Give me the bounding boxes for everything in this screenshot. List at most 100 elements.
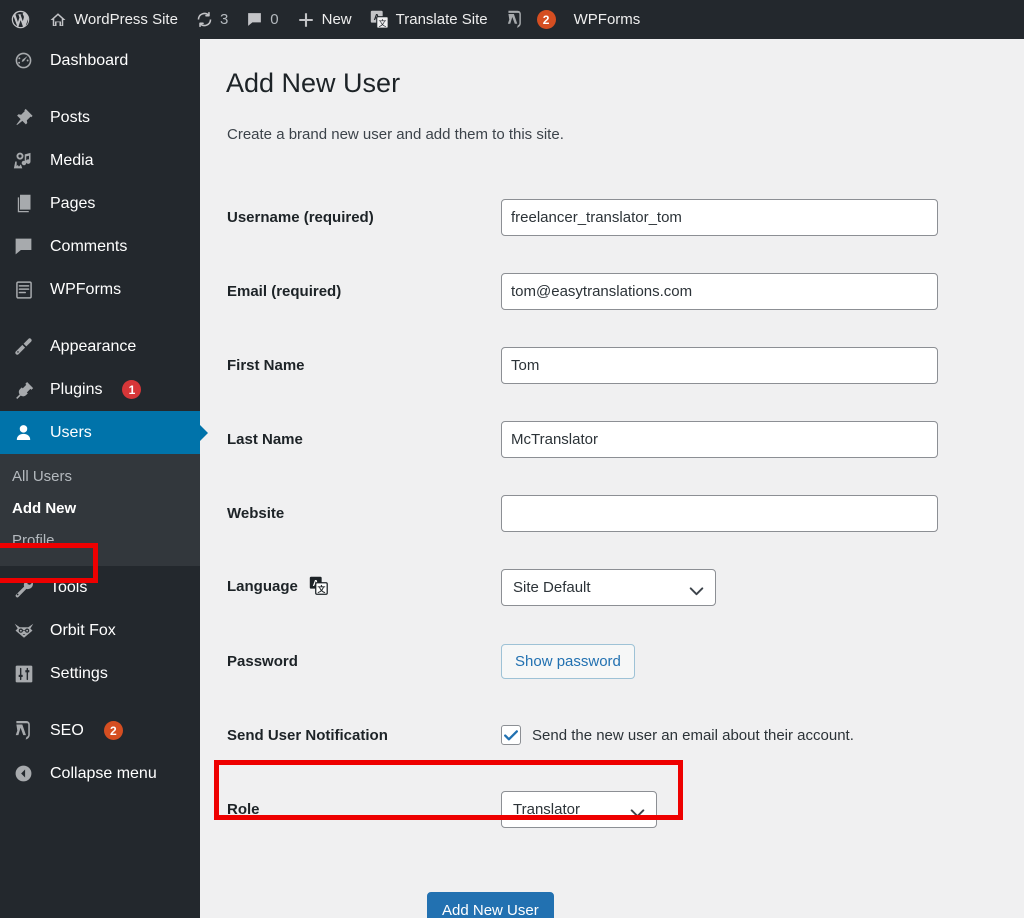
language-select-value: Site Default: [513, 578, 591, 596]
sidebar-item-label: WPForms: [50, 280, 122, 298]
sidebar-item-orbit-fox[interactable]: Orbit Fox: [0, 609, 200, 652]
last-name-input[interactable]: [501, 420, 938, 458]
admin-sidebar: Dashboard Posts Media Pages Comments WPF…: [0, 39, 208, 918]
sidebar-item-seo[interactable]: SEO 2: [0, 709, 200, 752]
role-select-value: Translator: [513, 800, 580, 818]
role-select[interactable]: Translator: [501, 790, 657, 828]
username-required-suffix: (required): [299, 208, 374, 226]
sidebar-plugins-badge: 1: [122, 380, 142, 399]
plus-icon: [297, 11, 315, 29]
sidebar-item-comments[interactable]: Comments: [0, 225, 200, 268]
first-name-label: First Name: [227, 356, 305, 374]
adminbar-wpforms[interactable]: WPForms: [565, 0, 650, 39]
sidebar-item-label: Users: [50, 423, 92, 441]
page-description: Create a brand new user and add them to …: [227, 126, 564, 143]
fox-icon: [11, 621, 36, 641]
role-select-wrap: Translator: [501, 790, 657, 828]
sidebar-item-label: Pages: [50, 194, 96, 212]
sidebar-item-label: Dashboard: [50, 51, 129, 69]
send-notification-checkbox-label: Send the new user an email about their a…: [532, 726, 854, 744]
adminbar-translate-site[interactable]: A 文 Translate Site: [361, 0, 497, 39]
adminbar-new-label: New: [321, 11, 352, 28]
sidebar-item-label: Posts: [50, 108, 91, 126]
form-row-send-notification: Send User Notification Send the new user…: [227, 698, 967, 772]
language-select-wrap: Site Default: [501, 568, 716, 606]
sidebar-divider: [0, 82, 200, 96]
form-row-language: Language A 文 Site Default: [227, 550, 967, 624]
sidebar-item-collapse-menu[interactable]: Collapse menu: [0, 752, 200, 795]
comment-bubble-icon: [246, 11, 263, 28]
form-row-last-name: Last Name: [227, 402, 967, 476]
comment-bubble-icon: [11, 236, 36, 257]
sidebar-item-posts[interactable]: Posts: [0, 96, 200, 139]
adminbar-updates-count: 3: [219, 11, 229, 28]
yoast-seo-icon: [11, 720, 36, 741]
submenu-item-profile[interactable]: Profile: [0, 525, 200, 557]
sidebar-item-plugins[interactable]: Plugins 1: [0, 368, 200, 411]
send-notification-checkbox[interactable]: [501, 725, 521, 745]
translate-icon: A 文: [309, 576, 328, 599]
sidebar-item-label: Media: [50, 151, 94, 169]
collapse-arrow-icon: [11, 764, 36, 783]
admin-bar: WordPress Site 3 0 New 文 Translate Site …: [0, 0, 1024, 39]
show-password-button[interactable]: Show password: [501, 643, 635, 679]
adminbar-wordpress-logo[interactable]: [0, 0, 40, 39]
adminbar-wpforms-label: WPForms: [573, 11, 641, 28]
send-notification-checkbox-row[interactable]: Send the new user an email about their a…: [501, 725, 967, 745]
sidebar-item-settings[interactable]: Settings: [0, 652, 200, 695]
email-required-suffix: (required): [267, 282, 342, 300]
form-row-website: Website: [227, 476, 967, 550]
users-submenu: All Users Add New Profile: [0, 454, 200, 566]
wrench-icon: [11, 577, 36, 598]
website-input[interactable]: [501, 494, 938, 532]
sliders-icon: [11, 664, 36, 684]
sidebar-item-pages[interactable]: Pages: [0, 182, 200, 225]
first-name-input[interactable]: [501, 346, 938, 384]
adminbar-site-name[interactable]: WordPress Site: [40, 0, 187, 39]
wordpress-logo-icon: [10, 9, 31, 30]
wpforms-icon: [11, 280, 36, 300]
username-label-text: Username: [227, 208, 300, 226]
email-input[interactable]: [501, 272, 938, 310]
submenu-item-all-users[interactable]: All Users: [0, 461, 200, 493]
password-label: Password: [227, 652, 298, 670]
sidebar-seo-badge: 2: [103, 721, 123, 740]
sidebar-item-appearance[interactable]: Appearance: [0, 325, 200, 368]
adminbar-comments-count: 0: [270, 11, 279, 28]
sidebar-item-label: Comments: [50, 237, 128, 255]
last-name-label: Last Name: [227, 430, 303, 448]
language-select[interactable]: Site Default: [501, 568, 716, 606]
sidebar-item-media[interactable]: Media: [0, 139, 200, 182]
plug-icon: [11, 379, 36, 400]
svg-text:文: 文: [317, 584, 325, 594]
form-row-role: Role Translator: [227, 772, 967, 846]
adminbar-translate-site-label: Translate Site: [395, 11, 488, 28]
adminbar-site-name-label: WordPress Site: [74, 11, 178, 28]
sidebar-item-label: Tools: [50, 578, 88, 596]
translate-icon: A 文: [370, 10, 389, 29]
sidebar-item-dashboard[interactable]: Dashboard: [0, 39, 200, 82]
sidebar-item-label: Appearance: [50, 337, 137, 355]
adminbar-comments[interactable]: 0: [237, 0, 287, 39]
adminbar-new[interactable]: New: [288, 0, 361, 39]
submenu-item-add-new[interactable]: Add New: [0, 493, 200, 525]
adminbar-seo-badge: 2: [536, 10, 556, 29]
yoast-seo-icon: [506, 10, 524, 29]
language-label: Language A 文: [227, 550, 501, 624]
username-input[interactable]: [501, 198, 938, 236]
submenu-item-label: All Users: [12, 468, 73, 485]
email-label: Email (required): [227, 254, 501, 328]
website-label: Website: [227, 504, 285, 522]
sidebar-item-wpforms[interactable]: WPForms: [0, 268, 200, 311]
home-icon: [49, 11, 67, 29]
sidebar-item-label: SEO: [50, 721, 84, 739]
sidebar-divider: [0, 695, 200, 709]
sidebar-item-tools[interactable]: Tools: [0, 566, 200, 609]
adminbar-updates[interactable]: 3: [187, 0, 237, 39]
form-row-password: Password Show password: [227, 624, 967, 698]
add-new-user-submit-button[interactable]: Add New User: [427, 892, 554, 918]
sidebar-item-users[interactable]: Users: [0, 411, 208, 454]
adminbar-seo[interactable]: 2: [497, 0, 565, 39]
svg-text:文: 文: [378, 18, 386, 28]
sidebar-divider: [0, 311, 200, 325]
